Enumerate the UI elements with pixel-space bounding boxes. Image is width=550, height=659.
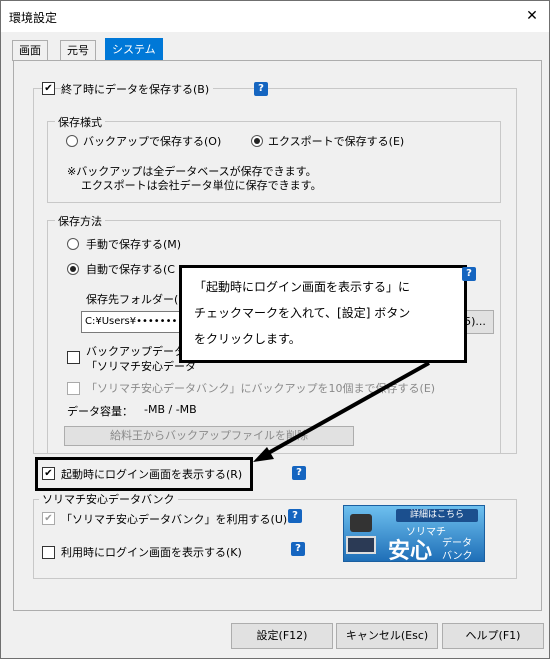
settings-dialog: 環境設定 ✕ 画面 元号 システム ✔ 終了時にデータを保存する(B) ? 保存… <box>0 0 550 659</box>
callout-arrow <box>253 361 430 462</box>
